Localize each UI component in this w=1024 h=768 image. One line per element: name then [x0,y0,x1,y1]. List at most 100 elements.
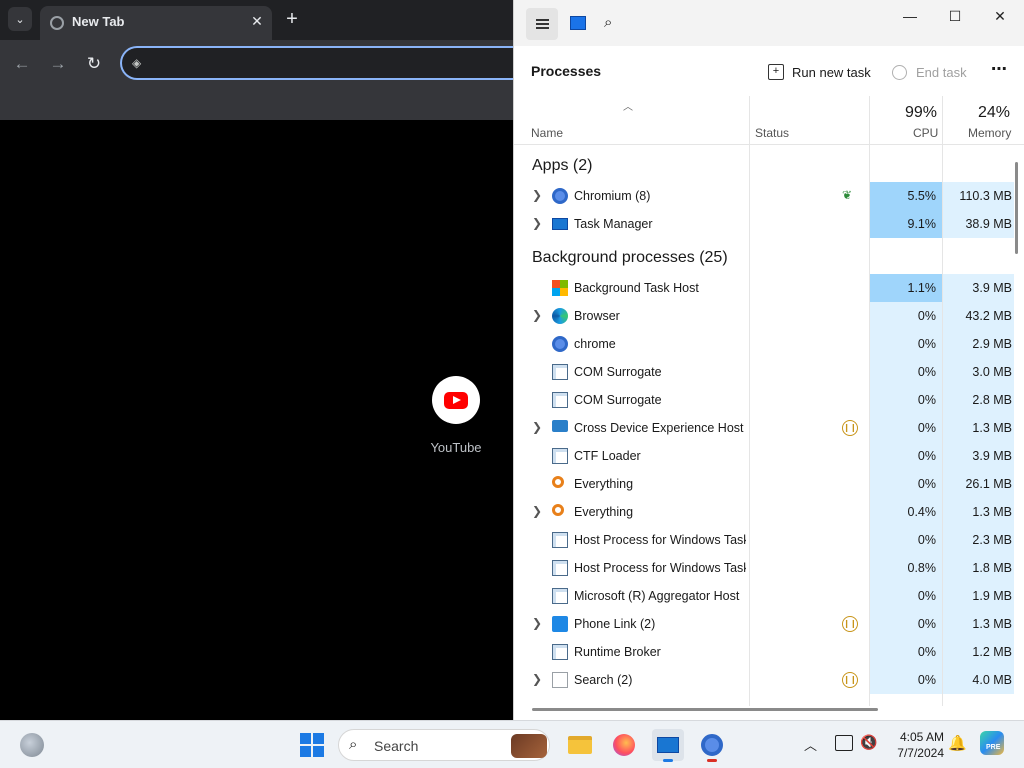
cpu-cell: 0.8% [870,554,942,582]
task-manager-icon[interactable] [652,729,684,762]
process-row[interactable]: COM Surrogate 0% 3.0 MB [514,358,1014,386]
memory-cell: 1.8 MB [943,554,1014,582]
process-row[interactable]: chrome 0% 2.9 MB [514,330,1014,358]
search-icon: ⌕ [349,736,358,753]
chromium-logo-icon: ◈ [132,56,142,70]
process-row[interactable]: ❯ Cross Device Experience Host ... ❙❙ 0% 1.3… [514,414,1014,442]
process-row[interactable]: CTF Loader 0% 3.9 MB [514,442,1014,470]
process-row[interactable]: ❯ Everything 0.4% 1.3 MB [514,498,1014,526]
desktop: ⌄ New Tab ✕ + ← → ↻ ◈ YouTube ⌕ — ☐ ✕ Pr… [0,0,1024,768]
show-hidden-icons-chevron-icon[interactable]: ︿ [804,735,817,754]
notification-bell-icon[interactable]: 🔔 [948,734,967,752]
edge-icon [552,308,568,324]
process-row[interactable]: Runtime Broker 0% 1.2 MB [514,638,1014,666]
expand-chevron-icon[interactable]: ❯ [531,216,543,230]
suspended-status-icon: ❙❙ [842,420,858,436]
expand-chevron-icon[interactable]: ❯ [531,672,543,686]
memory-cell: 2.3 MB [943,526,1014,554]
process-list: Apps (2) ❯ Chromium (8) ❦ 5.5% 110.3 MB ❯ Task … [514,146,1014,706]
end-task-button[interactable]: End task [892,62,967,82]
shortcut-youtube[interactable]: YouTube [420,376,492,455]
window-frame-icon [552,560,568,576]
memory-cell: 110.3 MB [943,182,1014,210]
expand-chevron-icon[interactable]: ❯ [531,308,543,322]
process-name: COM Surrogate [574,393,662,407]
process-row[interactable]: ❯ Browser 0% 43.2 MB [514,302,1014,330]
suspended-status-icon: ❙❙ [842,616,858,632]
process-name: Task Manager [574,217,653,231]
new-tab-button[interactable]: + [282,9,302,29]
tab-new-tab[interactable]: New Tab ✕ [40,6,272,40]
process-name: Search (2) [574,673,633,687]
end-task-label: End task [916,64,967,80]
tab-search-button[interactable]: ⌄ [8,7,32,31]
chromium-icon [552,188,568,204]
volume-muted-icon[interactable]: 🔇 [860,734,877,751]
memory-cell: 1.3 MB [943,414,1014,442]
process-row[interactable]: ❯ Search (2) ❙❙ 0% 4.0 MB [514,666,1014,694]
task-manager-window: ⌕ — ☐ ✕ Processes + Run new task End tas… [513,0,1024,720]
cpu-cell: 0% [870,414,942,442]
process-row[interactable]: Microsoft (R) Aggregator Host 0% 1.9 MB [514,582,1014,610]
window-frame-icon [552,392,568,408]
memory-cell: 2.8 MB [943,386,1014,414]
address-bar[interactable]: ◈ [120,46,520,80]
chromium-icon[interactable] [696,729,728,762]
new-tab-favicon-icon [50,16,64,30]
process-row[interactable]: ❯ Chromium (8) ❦ 5.5% 110.3 MB [514,182,1014,210]
taskbar-search[interactable]: ⌕ Search [338,729,550,761]
search-highlight-image [511,734,547,758]
start-button[interactable] [300,733,324,757]
expand-chevron-icon[interactable]: ❯ [531,420,543,434]
column-cpu[interactable]: CPU [913,126,938,140]
forward-button[interactable]: → [46,52,70,76]
cpu-cell: 0% [870,666,942,694]
process-row[interactable]: ❯ Phone Link (2) ❙❙ 0% 1.3 MB [514,610,1014,638]
close-button[interactable]: ✕ [985,8,1015,28]
process-row[interactable]: ❯ Task Manager 9.1% 38.9 MB [514,210,1014,238]
widgets-icon[interactable] [20,733,44,757]
search-icon[interactable]: ⌕ [604,14,622,32]
copilot-icon[interactable]: PRE [980,731,1004,755]
chromium-icon [552,336,568,352]
file-explorer-icon[interactable] [564,729,596,761]
close-tab-icon[interactable]: ✕ [248,12,266,30]
window-frame-icon [552,588,568,604]
process-row[interactable]: COM Surrogate 0% 2.8 MB [514,386,1014,414]
column-status[interactable]: Status [755,126,789,140]
page-title: Processes [531,63,602,79]
column-name[interactable]: Name [531,126,563,140]
navigation-menu-button[interactable] [526,8,558,40]
process-name: Cross Device Experience Host ... [574,421,746,435]
memory-cell: 3.9 MB [943,442,1014,470]
back-button[interactable]: ← [10,52,34,76]
cpu-cell: 0% [870,330,942,358]
memory-cell: 1.3 MB [943,610,1014,638]
search-app-icon [552,672,568,688]
process-name: Chromium (8) [574,189,651,203]
process-row[interactable]: Everything 0% 26.1 MB [514,470,1014,498]
column-memory[interactable]: Memory [968,126,1011,140]
process-row[interactable]: Background Task Host 1.1% 3.9 MB [514,274,1014,302]
process-name: Host Process for Windows Tasks [574,561,746,575]
vertical-scrollbar[interactable] [1015,162,1018,254]
process-row[interactable]: Host Process for Windows Tasks 0.8% 1.8 MB [514,554,1014,582]
firefox-icon[interactable] [608,729,640,761]
expand-chevron-icon[interactable]: ❯ [531,188,543,202]
reload-button[interactable]: ↻ [82,52,106,76]
run-new-task-button[interactable]: + Run new task [768,62,871,82]
process-row[interactable]: Host Process for Windows Tasks 0% 2.3 MB [514,526,1014,554]
horizontal-scrollbar[interactable] [532,708,878,711]
expand-chevron-icon[interactable]: ❯ [531,504,543,518]
memory-cell: 38.9 MB [943,210,1014,238]
window-frame-icon [552,448,568,464]
minimize-button[interactable]: — [895,8,925,28]
expand-chevron-icon[interactable]: ❯ [531,616,543,630]
end-task-icon [892,64,907,80]
cpu-total: 99% [905,104,938,121]
network-icon[interactable] [835,735,853,751]
clock[interactable]: 4:05 AM 7/7/2024 [882,729,944,761]
more-options-button[interactable]: ⋯ [988,59,1010,81]
maximize-button[interactable]: ☐ [940,8,970,28]
cpu-cell: 0% [870,610,942,638]
